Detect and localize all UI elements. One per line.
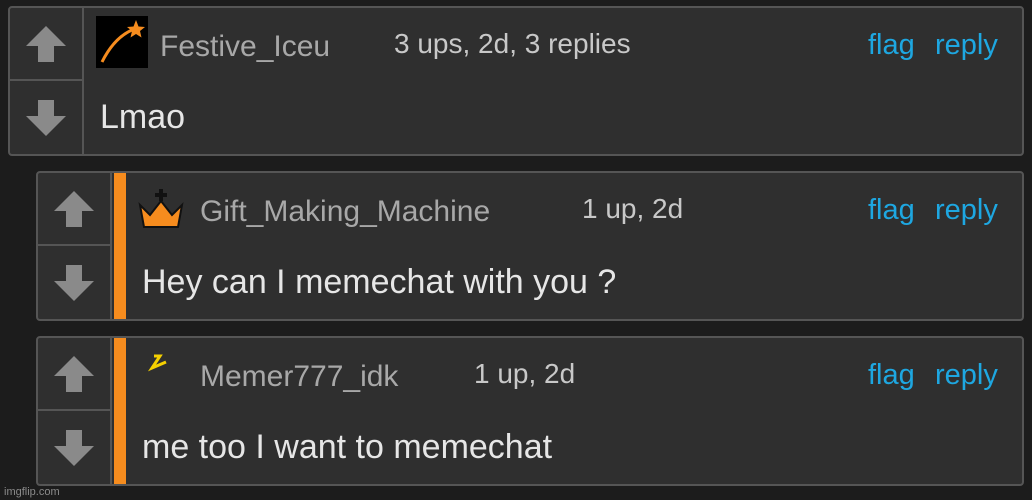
username-link[interactable]: Gift_Making_Machine — [200, 195, 490, 229]
upvote-button[interactable] — [10, 8, 82, 81]
avatar[interactable] — [136, 187, 186, 233]
arrow-up-icon — [54, 355, 94, 392]
watermark: imgflip.com — [4, 486, 60, 498]
comment-meta: 3 ups, 2d, 3 replies — [394, 28, 631, 59]
vote-column — [38, 173, 112, 319]
reply-link[interactable]: reply — [935, 359, 998, 392]
username-link[interactable]: Memer777_idk — [200, 360, 398, 394]
vote-column — [38, 338, 112, 484]
comment-thread: { "comments": [ { "username": "Festive_I… — [0, 0, 1032, 500]
upvote-button[interactable] — [38, 338, 110, 411]
flag-link[interactable]: flag — [868, 29, 915, 62]
downvote-button[interactable] — [38, 411, 110, 484]
comment-meta: 1 up, 2d — [582, 193, 684, 224]
arrow-down-icon — [54, 264, 94, 301]
reply-link[interactable]: reply — [935, 29, 998, 62]
upvote-button[interactable] — [38, 173, 110, 246]
lightning-icon — [147, 354, 167, 372]
avatar[interactable] — [146, 352, 172, 376]
shooting-star-icon — [100, 20, 145, 63]
vote-column — [10, 8, 84, 154]
reply-indicator-stripe — [114, 173, 126, 319]
avatar[interactable] — [96, 16, 148, 68]
reply-indicator-stripe — [114, 338, 126, 484]
comment-text: Lmao — [100, 98, 186, 136]
comment: Festive_Iceu 3 ups, 2d, 3 replies flag r… — [8, 6, 1024, 156]
username-link[interactable]: Festive_Iceu — [160, 30, 330, 64]
arrow-up-icon — [54, 190, 94, 227]
arrow-down-icon — [54, 429, 94, 466]
comment: Memer777_idk 1 up, 2d flag reply me too … — [36, 336, 1024, 486]
downvote-button[interactable] — [10, 81, 82, 154]
flag-link[interactable]: flag — [868, 359, 915, 392]
comment-text: Hey can I memechat with you ? — [142, 263, 617, 301]
comment-text: me too I want to memechat — [142, 428, 553, 466]
downvote-button[interactable] — [38, 246, 110, 319]
reply-link[interactable]: reply — [935, 194, 998, 227]
comment: Gift_Making_Machine 1 up, 2d flag reply … — [36, 171, 1024, 321]
arrow-up-icon — [26, 25, 66, 62]
arrow-down-icon — [26, 99, 66, 136]
comment-meta: 1 up, 2d — [474, 358, 576, 389]
flag-link[interactable]: flag — [868, 194, 915, 227]
crown-icon — [138, 189, 184, 228]
